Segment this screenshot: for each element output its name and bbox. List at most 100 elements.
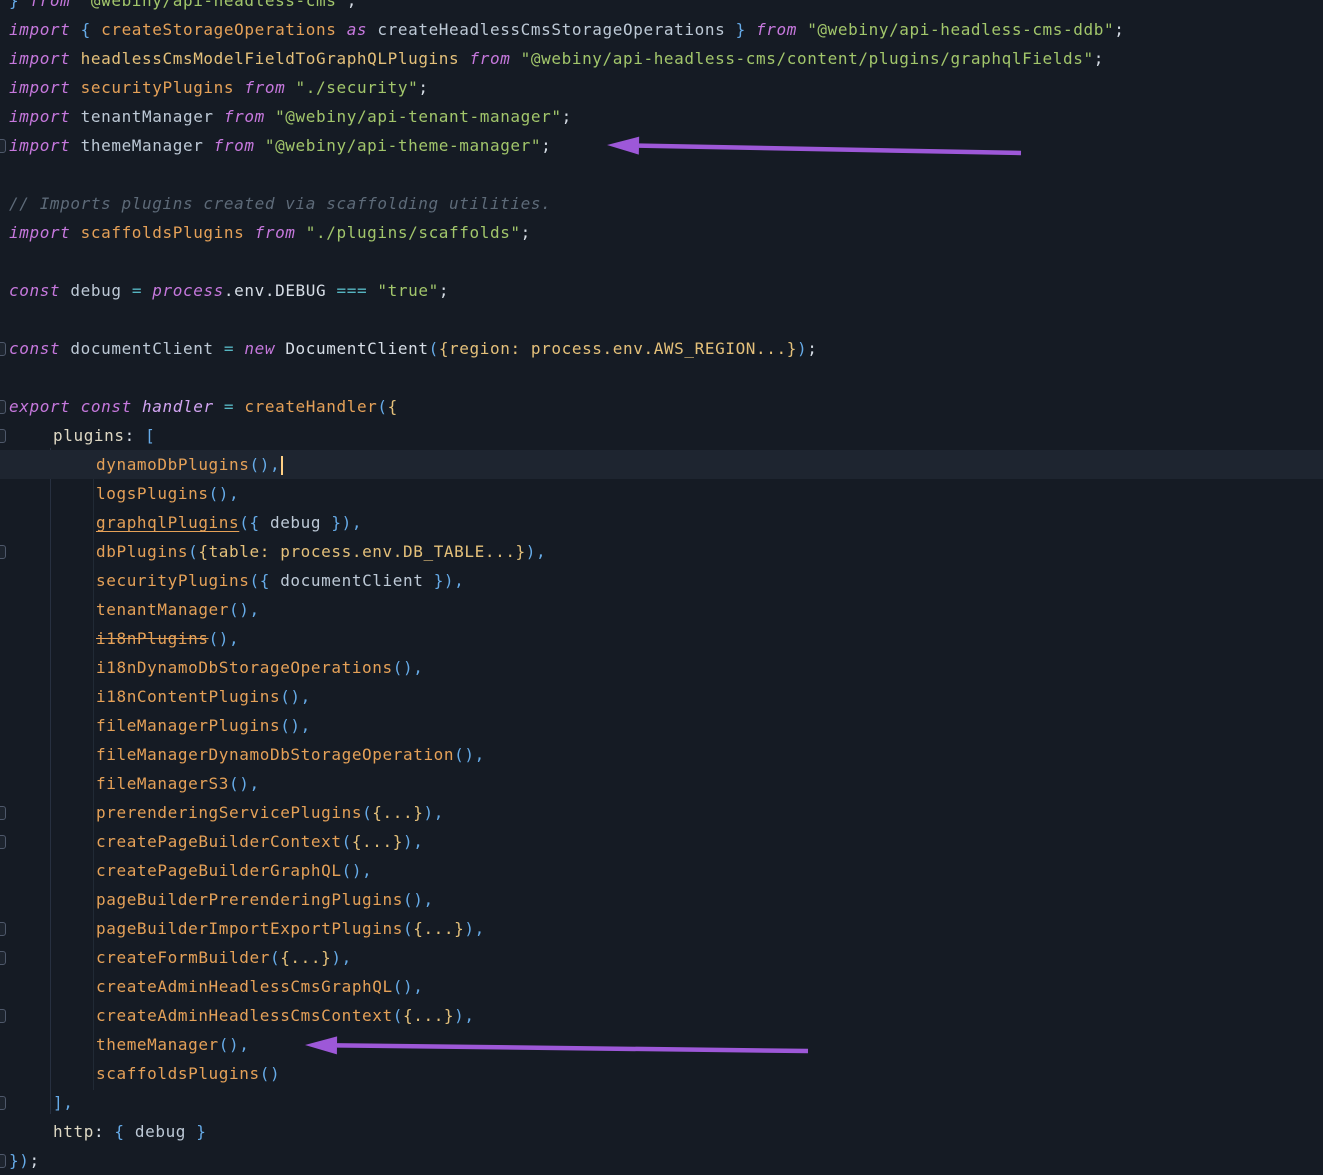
code-token: handler (142, 397, 224, 416)
code-token: ( (188, 542, 198, 561)
code-token: { (81, 20, 101, 39)
code-line[interactable] (0, 363, 1323, 392)
code-line[interactable]: i18nPlugins(), (0, 624, 1323, 653)
code-line[interactable]: pageBuilderPrerenderingPlugins(), (0, 885, 1323, 914)
code-token: = (224, 397, 244, 416)
code-line[interactable]: createFormBuilder({...}), (0, 943, 1323, 972)
code-line[interactable]: prerenderingServicePlugins({...}), (0, 798, 1323, 827)
code-line[interactable] (0, 160, 1323, 189)
code-token: ), (423, 803, 443, 822)
fold-icon[interactable] (0, 139, 6, 153)
code-line[interactable]: }); (0, 1146, 1323, 1175)
code-line[interactable]: dbPlugins({table: process.env.DB_TABLE..… (0, 537, 1323, 566)
fold-icon[interactable] (0, 922, 6, 936)
code-line[interactable]: createPageBuilderContext({...}), (0, 827, 1323, 856)
code-line[interactable]: const debug = process.env.DEBUG === "tru… (0, 276, 1323, 305)
code-token: documentClient (280, 571, 434, 590)
code-line[interactable]: const documentClient = new DocumentClien… (0, 334, 1323, 363)
code-line[interactable]: // Imports plugins created via scaffoldi… (0, 189, 1323, 218)
fold-icon[interactable] (0, 951, 6, 965)
code-token: new (244, 339, 285, 358)
code-token: from (255, 223, 306, 242)
code-line[interactable]: tenantManager(), (0, 595, 1323, 624)
code-token: pageBuilderPrerenderingPlugins (96, 890, 403, 909)
code-line[interactable]: plugins: [ (0, 421, 1323, 450)
code-token: = (224, 339, 244, 358)
code-token: (), (219, 1035, 250, 1054)
fold-icon[interactable] (0, 1154, 6, 1168)
code-line[interactable]: import scaffoldsPlugins from "./plugins/… (0, 218, 1323, 247)
code-line[interactable]: pageBuilderImportExportPlugins({...}), (0, 914, 1323, 943)
code-line[interactable]: import themeManager from "@webiny/api-th… (0, 131, 1323, 160)
code-token: // Imports plugins created via scaffoldi… (9, 194, 551, 213)
fold-icon[interactable] (0, 342, 6, 356)
code-line[interactable]: createAdminHeadlessCmsContext({...}), (0, 1001, 1323, 1030)
code-token: ) (797, 339, 807, 358)
code-token: from (29, 0, 80, 10)
code-token: import (9, 107, 81, 126)
code-token: securityPlugins (96, 571, 250, 590)
code-token: ), (403, 832, 423, 851)
code-token: (), (209, 629, 240, 648)
code-token: { (114, 1122, 134, 1141)
code-line[interactable]: ], (0, 1088, 1323, 1117)
code-token: {region: process.env.AWS_REGION...} (439, 339, 797, 358)
code-editor[interactable]: } from "@webiny/api-headless-cms";import… (0, 0, 1323, 1175)
code-line[interactable]: dynamoDbPlugins(), (0, 450, 1323, 479)
code-token: [ (145, 426, 155, 445)
fold-icon[interactable] (0, 1096, 6, 1110)
code-line[interactable] (0, 305, 1323, 334)
code-line[interactable]: import tenantManager from "@webiny/api-t… (0, 102, 1323, 131)
code-token: from (244, 78, 295, 97)
code-line[interactable]: scaffoldsPlugins() (0, 1059, 1323, 1088)
code-token: ; (807, 339, 817, 358)
code-token: documentClient (70, 339, 224, 358)
code-line[interactable]: createPageBuilderGraphQL(), (0, 856, 1323, 885)
code-line[interactable]: import headlessCmsModelFieldToGraphQLPlu… (0, 44, 1323, 73)
code-token: debug (135, 1122, 196, 1141)
code-line[interactable]: fileManagerS3(), (0, 769, 1323, 798)
code-line[interactable]: http: { debug } (0, 1117, 1323, 1146)
fold-icon[interactable] (0, 545, 6, 559)
fold-icon[interactable] (0, 400, 6, 414)
code-line[interactable]: securityPlugins({ documentClient }), (0, 566, 1323, 595)
code-token: ; (347, 0, 357, 10)
code-token: debug (270, 513, 331, 532)
code-token: ( (270, 948, 280, 967)
code-line[interactable]: export const handler = createHandler({ (0, 392, 1323, 421)
code-token: dbPlugins (96, 542, 188, 561)
code-token: ( (429, 339, 439, 358)
code-token: } (196, 1122, 206, 1141)
code-line[interactable]: import securityPlugins from "./security"… (0, 73, 1323, 102)
code-token: tenantManager (81, 107, 224, 126)
code-line[interactable]: import { createStorageOperations as crea… (0, 15, 1323, 44)
code-token: === (336, 281, 377, 300)
code-line[interactable] (0, 247, 1323, 276)
code-token: i18nPlugins (96, 629, 209, 648)
code-line[interactable]: themeManager(), (0, 1030, 1323, 1059)
code-line[interactable]: fileManagerDynamoDbStorageOperation(), (0, 740, 1323, 769)
code-token: (), (229, 600, 260, 619)
code-token: ; (562, 107, 572, 126)
code-token: ), (464, 919, 484, 938)
fold-icon[interactable] (0, 806, 6, 820)
code-token: }), (331, 513, 362, 532)
code-token: ), (331, 948, 351, 967)
code-line[interactable]: i18nDynamoDbStorageOperations(), (0, 653, 1323, 682)
fold-icon[interactable] (0, 835, 6, 849)
fold-icon[interactable] (0, 1009, 6, 1023)
code-line[interactable]: logsPlugins(), (0, 479, 1323, 508)
code-token: ( (342, 832, 352, 851)
code-line[interactable]: i18nContentPlugins(), (0, 682, 1323, 711)
code-line[interactable]: fileManagerPlugins(), (0, 711, 1323, 740)
code-token: createHeadlessCmsStorageOperations (377, 20, 735, 39)
code-token: ; (1094, 49, 1104, 68)
fold-icon[interactable] (0, 429, 6, 443)
code-token: import (9, 49, 81, 68)
code-token: (), (250, 455, 281, 474)
code-line[interactable]: } from "@webiny/api-headless-cms"; (0, 0, 1323, 15)
code-token: }), (434, 571, 465, 590)
code-token: from (470, 49, 521, 68)
code-line[interactable]: createAdminHeadlessCmsGraphQL(), (0, 972, 1323, 1001)
code-line[interactable]: graphqlPlugins({ debug }), (0, 508, 1323, 537)
